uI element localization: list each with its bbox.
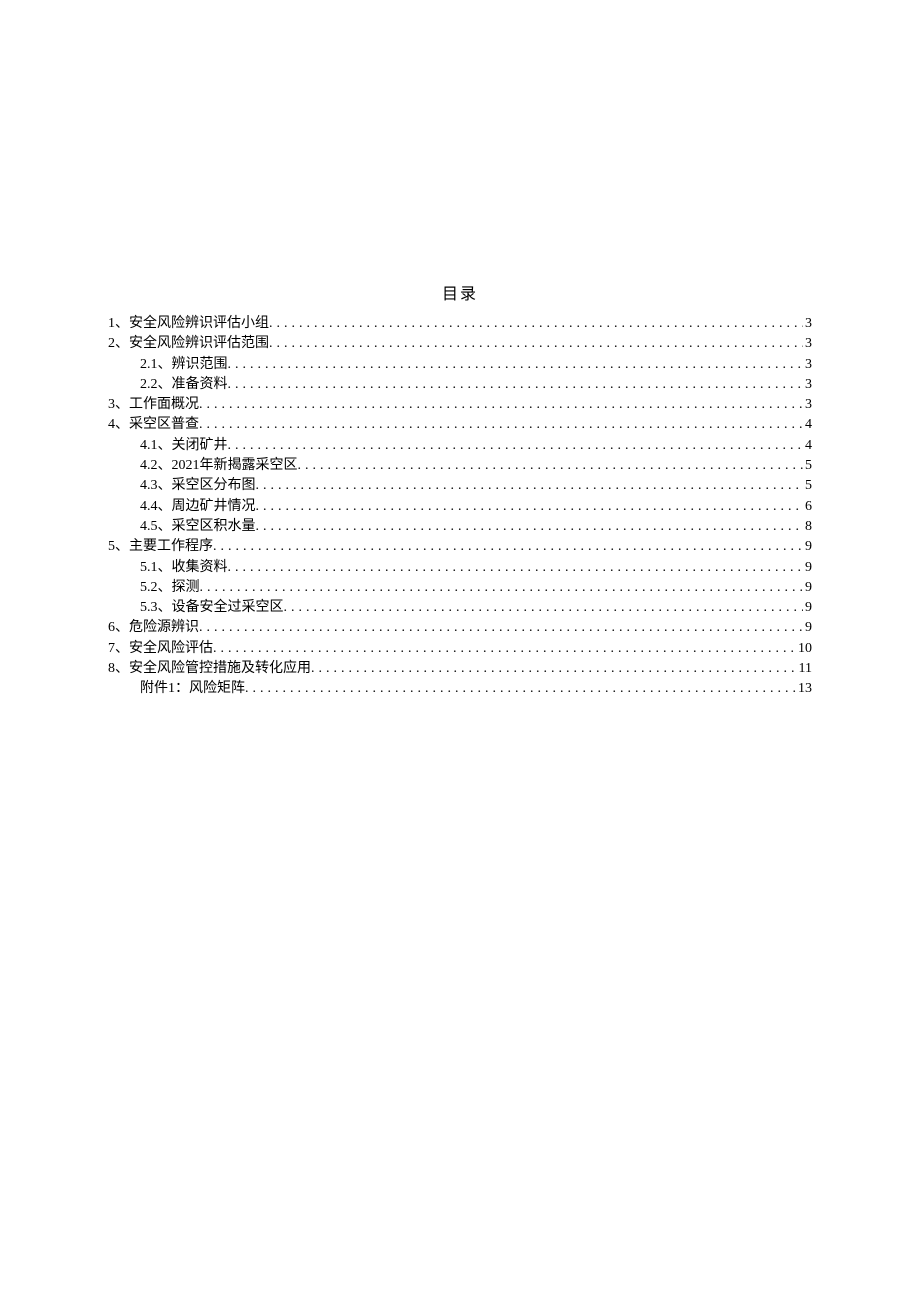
toc-entry-number: 4.1、	[140, 436, 172, 456]
toc-dots	[228, 558, 804, 578]
toc-entry-page: 11	[797, 659, 812, 679]
toc-entry-label: 关闭矿井	[172, 436, 228, 456]
toc-title: 目录	[108, 280, 812, 304]
toc-entry-page: 3	[803, 395, 812, 415]
toc-entry-label: 安全风险辨识评估小组	[129, 314, 269, 334]
toc-entry-number: 5.1、	[140, 558, 172, 578]
toc-entry-label: 工作面概况	[129, 395, 199, 415]
toc-entry-label: 主要工作程序	[129, 537, 213, 557]
toc-entry: 3、工作面概况 3	[108, 395, 812, 415]
toc-entry-number: 1、	[108, 314, 129, 334]
toc-dots	[298, 456, 804, 476]
toc-entry-label: 探测	[172, 578, 200, 598]
toc-entry-label: 危险源辨识	[129, 618, 199, 638]
toc-entry-number: 2、	[108, 334, 129, 354]
toc-entry: 2.1、 辨识范围 3	[108, 355, 812, 375]
toc-entry: 6、危险源辨识 9	[108, 618, 812, 638]
toc-entry-number: 4.4、	[140, 497, 172, 517]
toc-entry: 附件1： 风险矩阵 13	[108, 679, 812, 699]
toc-entry-number: 5、	[108, 537, 129, 557]
toc-dots	[269, 334, 803, 354]
toc-dots	[256, 497, 804, 517]
toc-dots	[213, 537, 803, 557]
toc-dots	[256, 517, 804, 537]
toc-entry-number: 附件1：	[140, 679, 189, 699]
toc-entry-label: 2021年新揭露采空区	[172, 456, 298, 476]
toc-entry-page: 13	[796, 679, 812, 699]
toc-entry-page: 3	[803, 334, 812, 354]
toc-entry: 5.1、 收集资料 9	[108, 558, 812, 578]
toc-entry: 5.2、 探测 9	[108, 578, 812, 598]
toc-dots	[228, 355, 804, 375]
toc-entry-number: 7、	[108, 639, 129, 659]
toc-entry: 4.5、 采空区积水量 8	[108, 517, 812, 537]
toc-entry: 4.4、 周边矿井情况 6	[108, 497, 812, 517]
toc-entry: 2.2、 准备资料 3	[108, 375, 812, 395]
toc-entry-page: 4	[803, 436, 812, 456]
toc-dots	[284, 598, 804, 618]
toc-entry-page: 4	[803, 415, 812, 435]
toc-entry-label: 采空区分布图	[172, 476, 256, 496]
toc-dots	[228, 375, 804, 395]
toc-entry-label: 准备资料	[172, 375, 228, 395]
toc-entry-label: 采空区积水量	[172, 517, 256, 537]
toc-entry-number: 4、	[108, 415, 129, 435]
toc-entry-label: 辨识范围	[172, 355, 228, 375]
toc-entry-number: 4.2、	[140, 456, 172, 476]
toc-entry-page: 5	[803, 456, 812, 476]
toc-entry-number: 2.1、	[140, 355, 172, 375]
toc-entry-number: 2.2、	[140, 375, 172, 395]
toc-entry-label: 设备安全过采空区	[172, 598, 284, 618]
toc-entry-label: 安全风险评估	[129, 639, 213, 659]
toc-dots	[245, 679, 796, 699]
toc-dots	[256, 476, 804, 496]
toc-entry: 2、安全风险辨识评估范围 3	[108, 334, 812, 354]
toc-entry-number: 5.2、	[140, 578, 172, 598]
toc-entry-number: 4.3、	[140, 476, 172, 496]
toc-entry-page: 5	[803, 476, 812, 496]
toc-entry-label: 采空区普查	[129, 415, 199, 435]
toc-entry-label: 安全风险管控措施及转化应用	[129, 659, 311, 679]
toc-entry-page: 9	[803, 598, 812, 618]
toc-entry: 4.3、 采空区分布图 5	[108, 476, 812, 496]
toc-entry: 4、采空区普查 4	[108, 415, 812, 435]
toc-entry-page: 10	[796, 639, 812, 659]
toc-entry-number: 6、	[108, 618, 129, 638]
toc-entry-page: 3	[803, 314, 812, 334]
toc-entry-page: 8	[803, 517, 812, 537]
toc-entry-page: 9	[803, 618, 812, 638]
toc-entry-label: 收集资料	[172, 558, 228, 578]
toc-dots	[311, 659, 797, 679]
toc-entry-number: 4.5、	[140, 517, 172, 537]
toc-entry-number: 5.3、	[140, 598, 172, 618]
toc-entry-page: 9	[803, 558, 812, 578]
toc-container: 1、安全风险辨识评估小组32、安全风险辨识评估范围32.1、 辨识范围32.2、…	[108, 314, 812, 700]
toc-entry: 5、主要工作程序 9	[108, 537, 812, 557]
toc-entry: 4.2、 2021年新揭露采空区 5	[108, 456, 812, 476]
toc-dots	[269, 314, 803, 334]
toc-entry-page: 9	[803, 537, 812, 557]
toc-entry: 1、安全风险辨识评估小组 3	[108, 314, 812, 334]
toc-dots	[213, 639, 796, 659]
toc-entry-number: 8、	[108, 659, 129, 679]
toc-entry-page: 9	[803, 578, 812, 598]
toc-dots	[199, 395, 803, 415]
toc-entry-page: 6	[803, 497, 812, 517]
toc-entry-label: 安全风险辨识评估范围	[129, 334, 269, 354]
toc-entry-label: 周边矿井情况	[172, 497, 256, 517]
toc-entry: 8、安全风险管控措施及转化应用 11	[108, 659, 812, 679]
toc-dots	[199, 415, 803, 435]
toc-entry-label: 风险矩阵	[189, 679, 245, 699]
toc-entry: 5.3、 设备安全过采空区 9	[108, 598, 812, 618]
toc-entry-page: 3	[803, 375, 812, 395]
toc-entry-number: 3、	[108, 395, 129, 415]
toc-dots	[199, 618, 803, 638]
toc-entry: 4.1、 关闭矿井 4	[108, 436, 812, 456]
toc-entry: 7、安全风险评估 10	[108, 639, 812, 659]
toc-entry-page: 3	[803, 355, 812, 375]
toc-dots	[228, 436, 804, 456]
toc-dots	[200, 578, 804, 598]
